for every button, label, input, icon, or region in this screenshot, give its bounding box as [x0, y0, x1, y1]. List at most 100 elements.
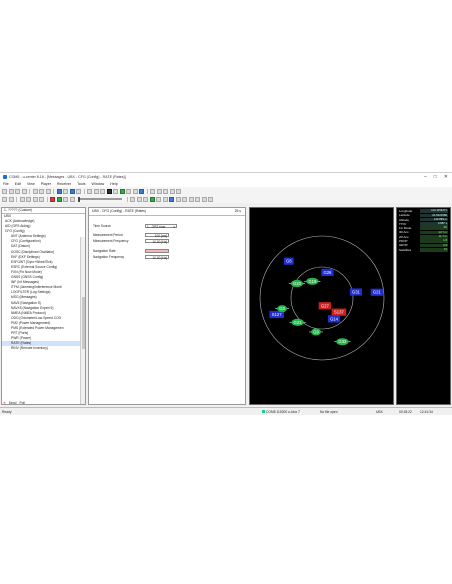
- binary-console-icon[interactable]: [93, 188, 99, 194]
- sky-plot: G8 G26 G23 G19 G31 G21 S127G3 S137 G27 G22 G14 G9 G3…: [259, 235, 385, 361]
- minimize-button[interactable]: –: [424, 174, 427, 180]
- record-settings-icon[interactable]: [2, 196, 7, 202]
- forward-icon[interactable]: [39, 196, 44, 202]
- export-icon[interactable]: [195, 196, 200, 202]
- time-source-select[interactable]: 1 - GPS time: [145, 223, 177, 229]
- help-icon[interactable]: [208, 196, 213, 202]
- satellite-marker[interactable]: G31: [349, 288, 363, 296]
- rewind-icon[interactable]: [19, 196, 25, 202]
- packet-console-icon[interactable]: [87, 188, 92, 194]
- save-icon[interactable]: [15, 188, 20, 194]
- poll-button[interactable]: Poll: [19, 401, 25, 405]
- cut-icon[interactable]: [32, 188, 38, 194]
- satellite-marker[interactable]: G26: [321, 268, 334, 276]
- navigation-rate-input[interactable]: [145, 248, 169, 253]
- satellite-marker[interactable]: G8: [283, 257, 294, 265]
- info-row: Satellites 16: [397, 247, 450, 252]
- layers-icon[interactable]: [182, 196, 187, 202]
- copy-icon[interactable]: [39, 188, 44, 194]
- eject-icon[interactable]: [69, 196, 75, 202]
- fix-icon[interactable]: [149, 196, 155, 202]
- text-console-icon[interactable]: [100, 188, 105, 194]
- tree-item[interactable]: RINV (Remote Inventory): [2, 346, 85, 351]
- satellite-id: G31: [352, 290, 361, 295]
- step-icon[interactable]: [32, 196, 38, 202]
- time-source-label: Time Source: [93, 224, 111, 228]
- pointer-icon[interactable]: [130, 196, 135, 202]
- send-button[interactable]: Send: [9, 401, 17, 405]
- chart-view-icon[interactable]: [132, 188, 138, 194]
- satellite-id: S127: [272, 312, 282, 317]
- history-icon[interactable]: [162, 196, 168, 202]
- map-view-icon[interactable]: [126, 188, 131, 194]
- world-view-icon[interactable]: [150, 188, 155, 194]
- google-earth-icon[interactable]: [169, 196, 174, 202]
- toolbar-separator: [29, 188, 30, 194]
- satellite-id: G14: [330, 316, 339, 321]
- maximize-button[interactable]: □: [434, 174, 437, 180]
- baud-icon[interactable]: [63, 188, 68, 194]
- table-view-icon[interactable]: [169, 188, 175, 194]
- elevation-ring: [259, 235, 385, 361]
- receiver-icon[interactable]: [76, 188, 81, 194]
- center-icon[interactable]: [156, 196, 161, 202]
- window-controls: – □ ✕: [424, 174, 448, 180]
- satellite-marker[interactable]: G19: [304, 277, 321, 285]
- print-icon[interactable]: [21, 188, 27, 194]
- message-title: UBX - CFG (Config) - RATE (Rates): [92, 209, 147, 213]
- satellite-marker[interactable]: G27: [318, 302, 331, 310]
- file-status: No file open: [320, 409, 338, 414]
- close-button[interactable]: ✕: [444, 174, 448, 180]
- message-header: UBX - CFG (Config) - RATE (Rates) 25 s: [89, 208, 245, 216]
- satellite-id: G22: [294, 320, 303, 325]
- histogram-icon[interactable]: [163, 188, 168, 194]
- stop-icon[interactable]: [63, 196, 68, 202]
- tree-scrollbar[interactable]: [80, 237, 85, 404]
- map-icon[interactable]: [175, 196, 181, 202]
- play-icon[interactable]: [56, 196, 62, 202]
- pause-icon[interactable]: [26, 196, 31, 202]
- pan-icon[interactable]: [143, 196, 148, 202]
- satellite-marker[interactable]: G22: [289, 318, 306, 326]
- info-value: 16: [420, 247, 448, 252]
- camera-view-icon[interactable]: [156, 188, 162, 194]
- wrap-icon[interactable]: [8, 196, 14, 202]
- new-icon[interactable]: [2, 188, 7, 194]
- clear-icon[interactable]: [188, 196, 194, 202]
- satellite-marker[interactable]: G21: [370, 288, 383, 296]
- paste-icon[interactable]: [45, 188, 51, 194]
- satellite-marker[interactable]: G32: [334, 338, 351, 346]
- sky-view-icon[interactable]: [119, 188, 125, 194]
- open-icon[interactable]: [8, 188, 14, 194]
- record-icon[interactable]: [50, 196, 55, 202]
- connect-icon[interactable]: [56, 188, 62, 194]
- info-label: Satellites: [399, 247, 412, 252]
- close-msg-button[interactable]: ✕: [3, 401, 6, 405]
- autobaud-icon[interactable]: [69, 188, 75, 194]
- messages-view-icon[interactable]: [106, 188, 112, 194]
- tree-list: ACK (Acknowledge) AID (GPS Aiding) CFG (Co…: [2, 219, 85, 351]
- clock-time: 12:41:34: [420, 409, 433, 414]
- satellite-marker[interactable]: S137: [331, 308, 347, 316]
- settings-icon[interactable]: [201, 196, 207, 202]
- playback-slider[interactable]: [78, 196, 122, 202]
- toolbar-separator: [126, 196, 128, 202]
- title-bar: COM5 - u-center 8.18 - [Messages - UBX -…: [0, 173, 452, 181]
- satellite-marker[interactable]: G9: [309, 328, 323, 336]
- measurement-period-input[interactable]: 100 [ms]: [145, 232, 169, 238]
- satellite-id: G27: [321, 303, 330, 308]
- application-window: COM5 - u-center 8.18 - [Messages - UBX -…: [0, 172, 452, 415]
- statistics-view-icon[interactable]: [113, 188, 118, 194]
- message-pane: UBX - CFG (Config) - RATE (Rates) 25 s T…: [88, 207, 246, 405]
- satellite-id: G19: [308, 279, 317, 284]
- satellite-id: G32: [338, 339, 347, 344]
- toolbar-separator: [53, 188, 54, 194]
- satellite-marker[interactable]: G23: [288, 279, 306, 288]
- zoom-icon[interactable]: [136, 196, 142, 202]
- deviation-map-icon[interactable]: [176, 188, 181, 194]
- docking-icon[interactable]: [139, 188, 144, 194]
- sky-view[interactable]: G8 G26 G23 G19 G31 G21 S127 G3 S137 G27 G22 G14 G9 G3…: [249, 207, 394, 405]
- scrollbar-thumb[interactable]: [81, 297, 85, 349]
- navigation-rate-label: Navigation Rate: [93, 249, 116, 253]
- satellite-marker[interactable]: G14: [327, 315, 341, 323]
